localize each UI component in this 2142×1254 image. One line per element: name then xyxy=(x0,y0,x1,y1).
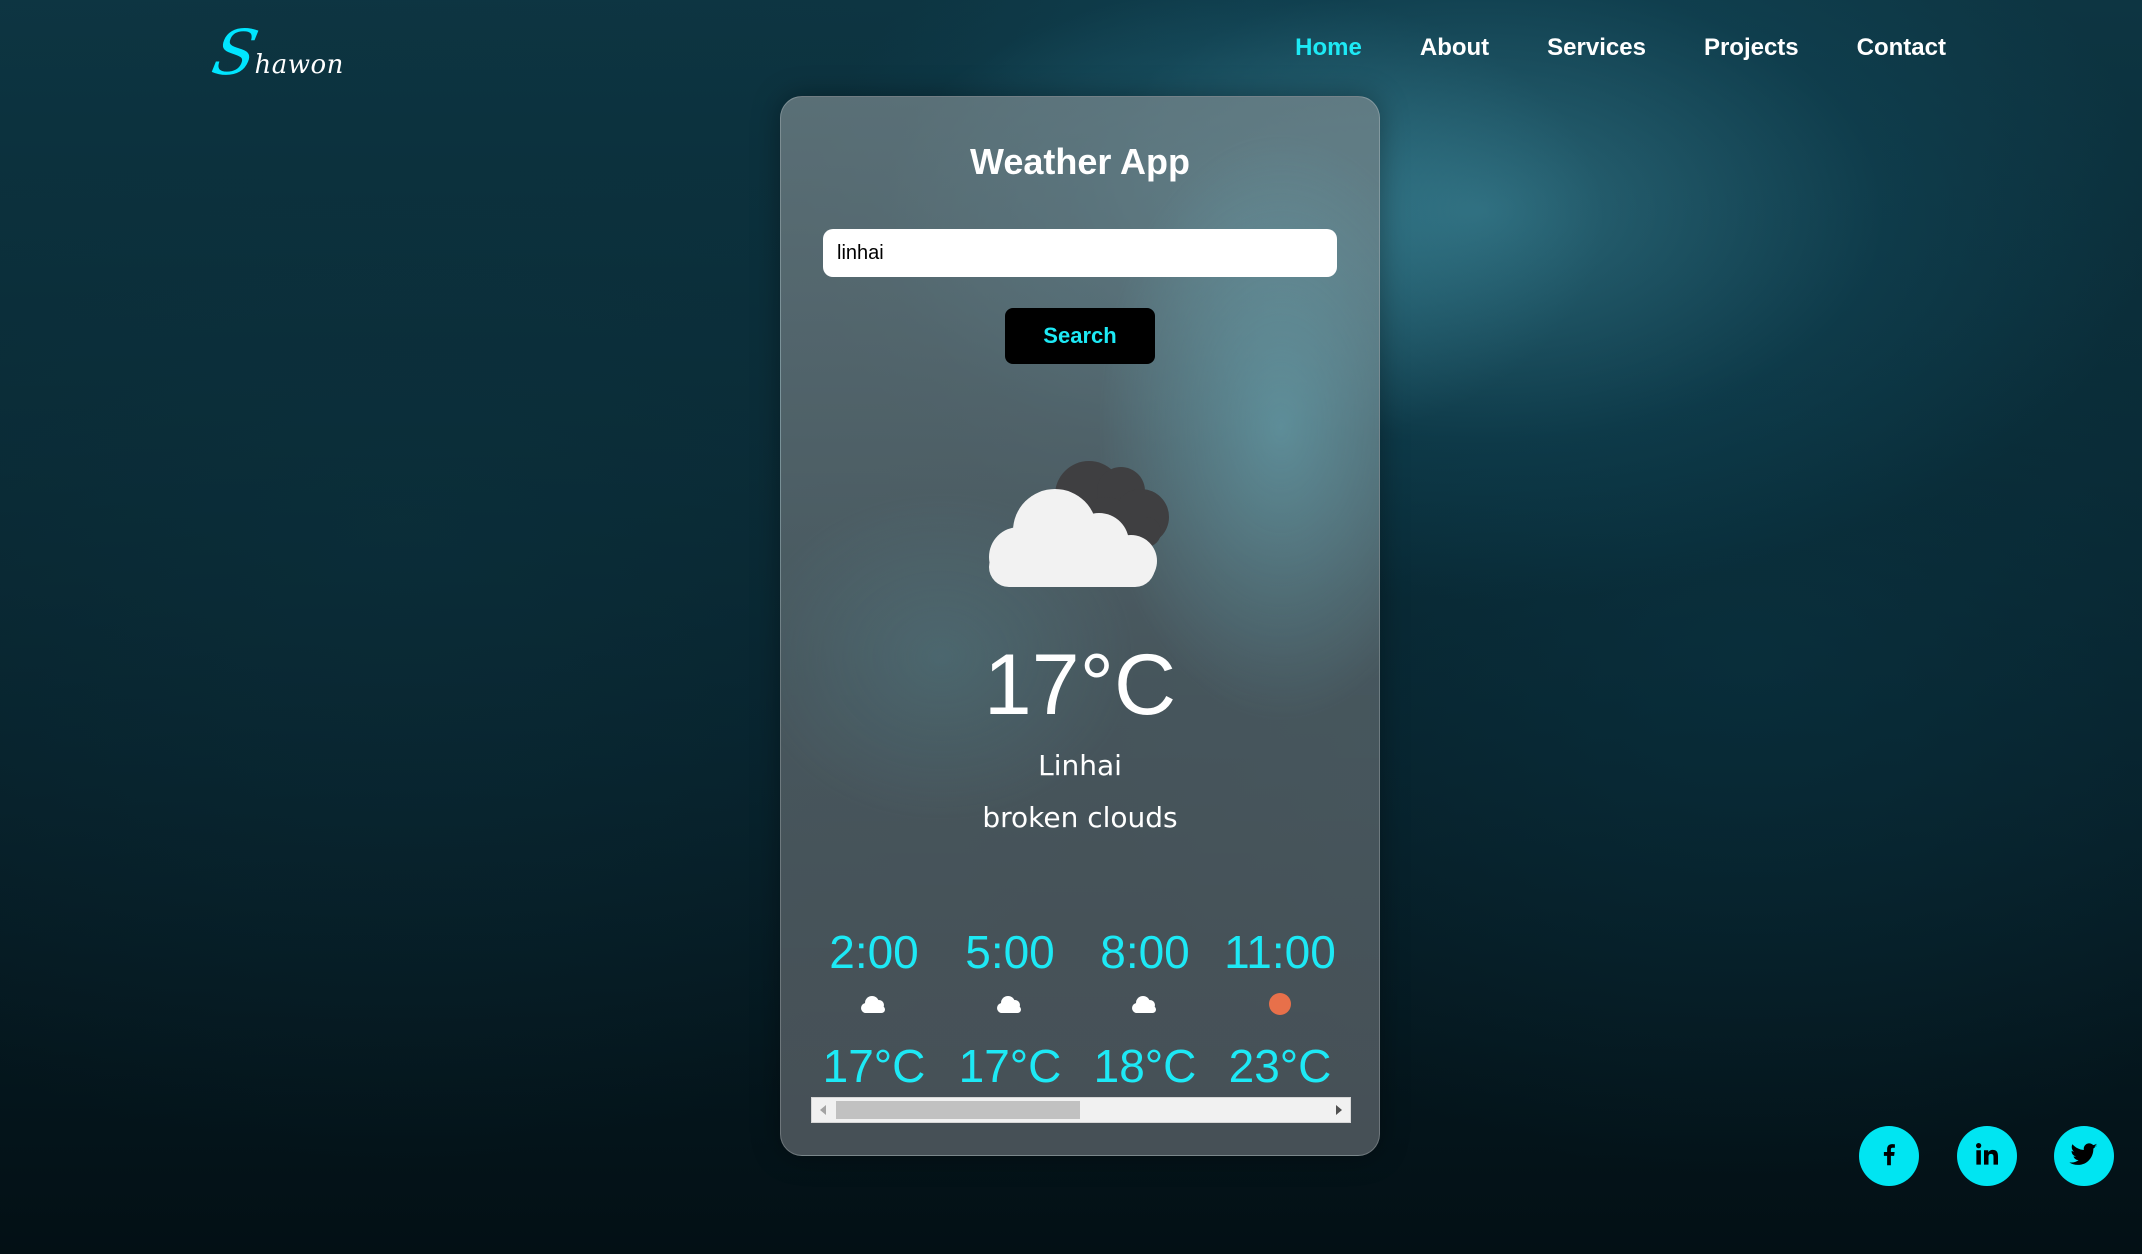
nav-item-home[interactable]: Home xyxy=(1295,34,1362,62)
current-temperature: 17°C xyxy=(983,637,1177,733)
forecast-scrollbar[interactable] xyxy=(811,1097,1351,1123)
city-name: Linhai xyxy=(1038,749,1122,782)
scrollbar-thumb[interactable] xyxy=(836,1101,1080,1119)
nav-item-projects[interactable]: Projects xyxy=(1704,34,1799,62)
broken-clouds-icon xyxy=(971,437,1191,587)
forecast-item: 2:00 17°C xyxy=(809,919,939,1091)
nav-item-contact[interactable]: Contact xyxy=(1857,34,1946,62)
cloud-icon xyxy=(858,993,890,1015)
cloud-icon xyxy=(1129,993,1161,1015)
scroll-right-arrow-icon[interactable] xyxy=(1328,1098,1350,1122)
logo[interactable]: S hawon xyxy=(206,14,344,89)
forecast-temperature: 18°C xyxy=(1093,1040,1197,1091)
forecast-time: 2:00 xyxy=(829,926,919,978)
nav-menu: Home About Services Projects Contact xyxy=(1295,34,1946,62)
twitter-button[interactable] xyxy=(2054,1126,2114,1186)
logo-text: hawon xyxy=(254,50,344,80)
search-button[interactable]: Search xyxy=(1005,308,1155,364)
forecast-item: 5:00 17°C xyxy=(945,919,1075,1091)
twitter-icon xyxy=(2068,1138,2100,1174)
hourly-forecast[interactable]: 2:00 17°C 5:00 17°C 8:00 18°C 11:00 23°C xyxy=(805,919,1345,1091)
linkedin-icon xyxy=(1972,1139,2002,1173)
nav-item-about[interactable]: About xyxy=(1420,34,1489,62)
forecast-item: 11:00 23°C xyxy=(1215,919,1345,1091)
nav-item-services[interactable]: Services xyxy=(1547,34,1646,62)
cloud-icon xyxy=(994,993,1026,1015)
top-navigation: S hawon Home About Services Projects Con… xyxy=(0,0,2142,104)
sun-icon xyxy=(1264,993,1296,1015)
facebook-icon xyxy=(1874,1139,1904,1173)
forecast-temperature: 17°C xyxy=(958,1040,1062,1091)
forecast-time: 11:00 xyxy=(1224,926,1336,978)
scroll-left-arrow-icon[interactable] xyxy=(812,1098,834,1122)
app-title: Weather App xyxy=(969,141,1191,182)
weather-description: broken clouds xyxy=(982,801,1178,834)
facebook-button[interactable] xyxy=(1859,1126,1919,1186)
city-search-input[interactable] xyxy=(823,229,1337,277)
forecast-temperature: 23°C xyxy=(1228,1040,1332,1091)
linkedin-button[interactable] xyxy=(1957,1126,2017,1186)
forecast-time: 5:00 xyxy=(965,926,1055,978)
forecast-time: 8:00 xyxy=(1100,926,1190,978)
weather-card: Weather App Search 17°C Linhai broken xyxy=(780,96,1380,1156)
forecast-item: 8:00 18°C xyxy=(1080,919,1210,1091)
forecast-temperature: 17°C xyxy=(822,1040,926,1091)
